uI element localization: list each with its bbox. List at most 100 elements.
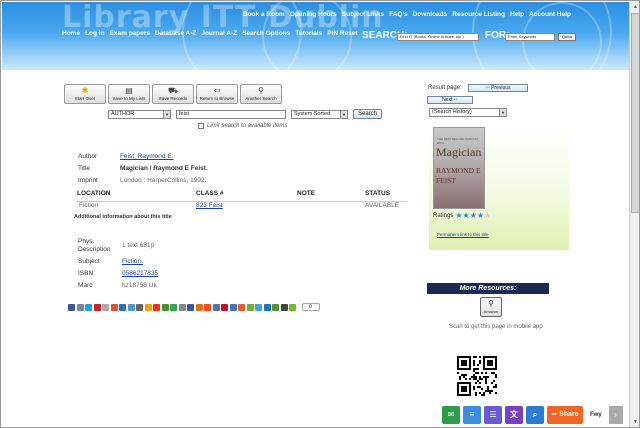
social-share-icon[interactable] [119, 303, 126, 311]
nav-subject-links[interactable]: Subject Links [342, 11, 384, 18]
vertical-scrollbar[interactable]: ▲ ▼ [629, 2, 639, 427]
email-share-icon[interactable]: ✉ [442, 405, 460, 424]
isbn-link[interactable]: 0586217835 [122, 270, 158, 277]
author-link[interactable]: Feist, Raymond E. [120, 153, 173, 160]
ratings-label: Ratings [433, 213, 454, 219]
permanent-link[interactable]: Permanent link to this title [437, 232, 489, 237]
another-search-button[interactable]: ⚲ Another Search [240, 84, 282, 104]
nav-opening-hours[interactable]: Opening Hours [290, 11, 337, 18]
social-share-icon[interactable] [246, 303, 254, 311]
search-button[interactable]: Search [353, 109, 383, 119]
save-records-button[interactable]: ⛟ Save Records [152, 84, 194, 104]
sort-select[interactable]: System Sorted ▼ [291, 109, 348, 119]
social-share-icon[interactable] [76, 303, 84, 311]
social-share-icon[interactable] [110, 303, 118, 311]
nav-pin-reset[interactable]: PIN Reset [327, 30, 357, 37]
social-share-icon[interactable] [221, 303, 228, 311]
list-share-icon[interactable]: ☰ [484, 405, 502, 424]
nav-tutorials[interactable]: Tutorials [295, 30, 322, 37]
share-arrow-icon: ➦ [551, 410, 560, 418]
book-cover[interactable]: THE BESTSELLING FANTASY EPIC Magician RA… [433, 127, 485, 209]
nav-resource-listing[interactable]: Resource Listing [452, 11, 505, 18]
notes-share-icon[interactable]: ≡ [463, 405, 481, 424]
social-share-icon[interactable] [102, 303, 109, 311]
return-to-browse-button[interactable]: ⇦ Return to Browse [196, 84, 238, 104]
translate-share-icon[interactable]: 文 [505, 405, 523, 424]
share-button[interactable]: ➦ Share [547, 405, 583, 424]
cover-author-1: RAYMOND E [436, 166, 481, 175]
search-share-icon[interactable]: ⌕ [526, 405, 544, 424]
social-share-icon[interactable] [93, 303, 101, 311]
chevron-down-icon: ▼ [499, 109, 506, 116]
social-share-icon[interactable] [127, 303, 135, 311]
start-over-button[interactable]: ✱ Start Over [64, 84, 106, 104]
share-label: Share [559, 410, 579, 418]
social-share-icon[interactable] [280, 303, 288, 311]
social-share-icon[interactable] [178, 303, 186, 311]
save-to-my-lists-button[interactable]: ▤ Save to My Lists [108, 84, 150, 104]
header-search-scope-select[interactable]: Find IT (Books, Online Articles, etc.) [397, 33, 479, 41]
next-button[interactable]: Next ⇨ [427, 96, 473, 104]
search-history-select[interactable]: (Search History) ▼ [429, 108, 507, 117]
search-query-input[interactable]: feist [176, 109, 286, 119]
star-icon[interactable]: ★ [463, 211, 470, 220]
nav-help[interactable]: Help [510, 11, 524, 18]
collapse-sharebar-button[interactable]: › [608, 405, 623, 424]
limit-search-row: Limit search to available items [198, 123, 287, 129]
amazon-button[interactable]: ⚲ Amazon [480, 297, 502, 317]
social-share-icon[interactable] [153, 303, 160, 311]
nav-faqs[interactable]: FAQ's [389, 11, 408, 18]
nav-log-in[interactable]: Log in [85, 30, 105, 37]
social-share-icon[interactable] [263, 303, 271, 311]
nav-account-help[interactable]: Account Help [529, 11, 571, 18]
social-share-icon[interactable] [144, 303, 152, 311]
nav-book-a-room[interactable]: Book a Room [243, 11, 285, 18]
magnifier-icon: ⚲ [258, 86, 264, 95]
social-share-icon[interactable] [170, 303, 177, 311]
nav-search-options[interactable]: Search Options [242, 30, 290, 37]
social-share-icon[interactable] [272, 303, 279, 311]
nav-downloads[interactable]: Downloads [413, 11, 448, 18]
star-icon[interactable]: ★ [477, 211, 484, 220]
holding-location: Fiction [79, 202, 99, 209]
social-share-icon[interactable] [289, 303, 296, 311]
social-share-icon[interactable] [212, 303, 220, 311]
social-share-icon[interactable] [85, 303, 92, 311]
scroll-up-icon[interactable]: ▲ [631, 3, 639, 12]
holding-status: AVAILABLE [365, 202, 400, 209]
holdings-table: LOCATION CLASS # NOTE STATUS Fiction 823… [77, 190, 407, 212]
cart-icon: ⛟ [167, 86, 179, 95]
save-list-icon: ▤ [125, 86, 133, 95]
col-location: LOCATION [77, 190, 111, 197]
ratings: Ratings ★★★★★ [433, 212, 491, 220]
scrollbar-thumb[interactable] [631, 13, 639, 213]
previous-button[interactable]: ⇦ Previous [468, 84, 528, 92]
save-records-label: Save Records [158, 96, 188, 101]
header-keyword-input[interactable]: Enter Keywords [505, 33, 555, 41]
social-share-icon[interactable] [136, 303, 143, 311]
nav-journal-az[interactable]: Journal A-Z [201, 30, 237, 37]
star-icon[interactable]: ★ [470, 211, 477, 220]
nav-database-az[interactable]: Database A-Z [155, 30, 196, 37]
social-share-icon[interactable] [204, 303, 211, 311]
social-share-icon[interactable] [229, 303, 237, 311]
social-share-icon[interactable] [195, 303, 203, 311]
star-icon[interactable]: ★ [455, 211, 462, 220]
holding-class-link[interactable]: 823 Feist [196, 202, 223, 209]
search-field-select[interactable]: AUTHOR ▼ [108, 109, 171, 119]
social-share-icon[interactable] [238, 303, 245, 311]
social-share-icon[interactable] [255, 303, 262, 311]
scroll-down-icon[interactable]: ▼ [631, 418, 639, 427]
nav-exam-papers[interactable]: Exam papers [110, 30, 150, 37]
rating-stars[interactable]: ★★★★★ [455, 212, 491, 220]
cover-title: Magician [436, 145, 482, 159]
share-icons [68, 303, 296, 311]
star-icon[interactable]: ★ [484, 211, 491, 220]
social-share-icon[interactable] [161, 303, 169, 311]
social-share-icon[interactable] [187, 303, 194, 311]
nav-home[interactable]: Home [62, 30, 80, 37]
subject-link[interactable]: Fiction. [122, 258, 143, 265]
header-quick-search-button[interactable]: Quick [558, 33, 576, 41]
social-share-icon[interactable] [68, 303, 75, 311]
limit-available-checkbox[interactable] [198, 123, 204, 129]
